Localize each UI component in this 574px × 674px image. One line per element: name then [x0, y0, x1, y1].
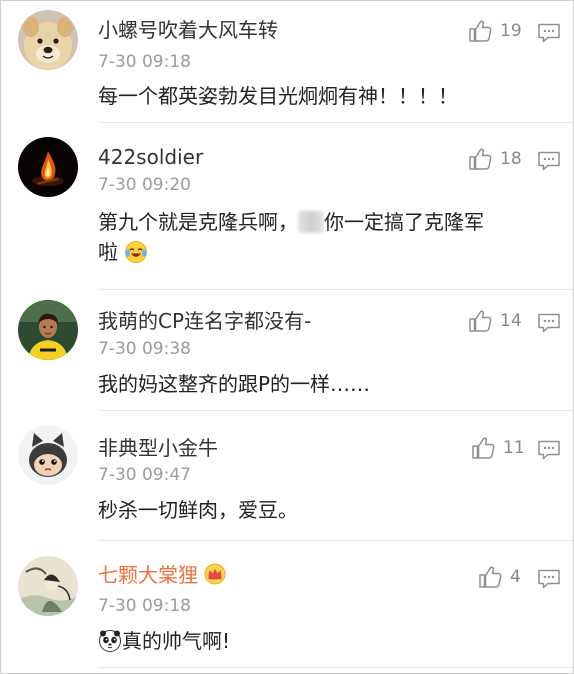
comment-item: 小螺号吹着大风车转 7-30 09:18 每一个都英姿勃发目光炯炯有神！！！！ …	[1, 1, 573, 123]
thumbs-up-icon	[479, 566, 502, 588]
comment-text: 每一个都英姿勃发目光炯炯有神！！！！	[98, 84, 458, 108]
comment-item: 七颗大棠狸 7-30 09:18 真的帅气啊! 4	[1, 541, 573, 673]
reply-button[interactable]	[537, 439, 561, 461]
comment-username[interactable]: 非典型小金牛	[98, 436, 218, 460]
blurred-mention	[298, 211, 324, 233]
comment-time: 7-30 09:20	[98, 175, 191, 195]
comment-text-part: 真的帅气啊!	[122, 629, 231, 653]
comment-text-part: 第九个就是克隆兵啊，	[98, 210, 298, 234]
like-button[interactable]: 4	[477, 564, 521, 590]
comment-username[interactable]: 小螺号吹着大风车转	[98, 18, 278, 42]
like-count: 4	[510, 567, 521, 587]
like-count: 18	[500, 149, 522, 169]
comment-bubble-icon	[538, 313, 560, 333]
comment-item: 422soldier 7-30 09:20 第九个就是克隆兵啊， 你一定搞了克隆军…	[1, 123, 573, 290]
like-count: 14	[500, 311, 522, 331]
dog-avatar-icon[interactable]	[18, 10, 78, 70]
ink-painting-avatar-icon[interactable]	[18, 556, 78, 616]
thumbs-up-icon	[469, 148, 492, 170]
comment-text: 第九个就是克隆兵啊， 你一定搞了克隆军 啦	[98, 207, 553, 267]
comment-item: 非典型小金牛 7-30 09:47 秒杀一切鲜肉，爱豆。 11	[1, 411, 573, 541]
reply-button[interactable]	[537, 568, 561, 590]
reply-button[interactable]	[537, 150, 561, 172]
comment-bubble-icon	[538, 569, 560, 589]
comment-bubble-icon	[538, 440, 560, 460]
thumbs-up-icon	[472, 437, 495, 459]
comment-text: 我的妈这整齐的跟P的一样……	[98, 372, 371, 396]
comment-bubble-icon	[538, 151, 560, 171]
comment-text: 真的帅气啊!	[98, 626, 553, 656]
comment-item: 我萌的CP连名字都没有- 7-30 09:38 我的妈这整齐的跟P的一样…… 1…	[1, 290, 573, 411]
comment-bubble-icon	[538, 23, 560, 43]
comment-username[interactable]: 422soldier	[98, 145, 203, 169]
cartoon-cat-avatar-icon[interactable]	[18, 425, 78, 485]
vip-crown-icon	[203, 563, 227, 585]
comment-list: 小螺号吹着大风车转 7-30 09:18 每一个都英姿勃发目光炯炯有神！！！！ …	[0, 0, 574, 674]
comment-text: 秒杀一切鲜肉，爱豆。	[98, 498, 298, 522]
reply-button[interactable]	[537, 312, 561, 334]
comment-username[interactable]: 我萌的CP连名字都没有-	[98, 309, 311, 333]
comment-time: 7-30 09:18	[98, 596, 191, 616]
like-button[interactable]: 18	[467, 146, 522, 172]
reply-button[interactable]	[537, 22, 561, 44]
thumbs-up-icon	[469, 310, 492, 332]
footballer-avatar-icon[interactable]	[18, 300, 78, 360]
divider	[98, 667, 573, 668]
crying-laughing-emoji-icon	[124, 240, 148, 264]
like-button[interactable]: 14	[467, 308, 522, 334]
thumbs-up-icon	[469, 20, 492, 42]
campfire-avatar-icon[interactable]	[18, 137, 78, 197]
vip-username-text: 七颗大棠狸	[98, 563, 198, 587]
like-count: 19	[500, 21, 522, 41]
comment-time: 7-30 09:47	[98, 465, 191, 485]
like-button[interactable]: 19	[467, 18, 522, 44]
comment-text-part: 你一定搞了克隆军	[324, 210, 484, 234]
like-button[interactable]: 11	[470, 435, 525, 461]
comment-text-part: 啦	[98, 240, 118, 264]
comment-time: 7-30 09:18	[98, 52, 191, 72]
comment-username[interactable]: 七颗大棠狸	[98, 563, 227, 587]
like-count: 11	[503, 438, 525, 458]
comment-time: 7-30 09:38	[98, 339, 191, 359]
panda-emoji-icon	[98, 629, 122, 653]
